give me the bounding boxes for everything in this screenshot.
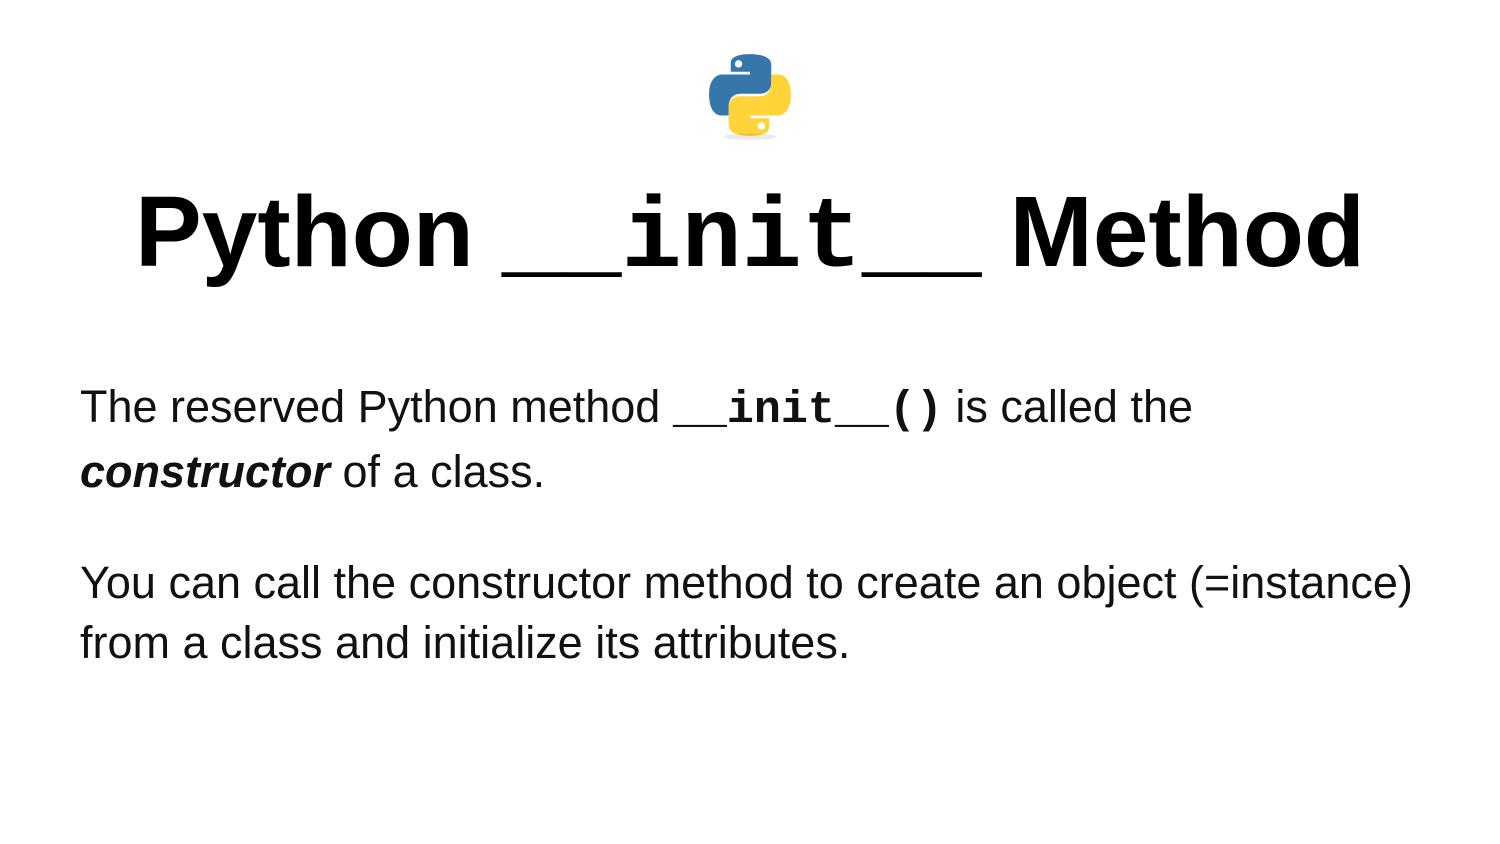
slide-title: Python __init__ Method bbox=[80, 175, 1420, 297]
p1-pre: The reserved Python method bbox=[80, 381, 673, 432]
title-part1: Python bbox=[135, 176, 502, 288]
title-part3: Method bbox=[982, 176, 1365, 288]
p2-text: You can call the constructor method to c… bbox=[80, 557, 1413, 669]
p1-mid: is called the bbox=[943, 381, 1193, 432]
logo-container bbox=[80, 50, 1420, 145]
title-mono: __init__ bbox=[502, 184, 982, 297]
p1-emph: constructor bbox=[80, 446, 330, 497]
p1-mono: __init__() bbox=[673, 385, 943, 436]
paragraph-2: You can call the constructor method to c… bbox=[80, 553, 1420, 675]
python-logo-icon bbox=[705, 50, 795, 145]
paragraph-1: The reserved Python method __init__() is… bbox=[80, 377, 1420, 503]
p1-suffix: of a class. bbox=[330, 446, 545, 497]
